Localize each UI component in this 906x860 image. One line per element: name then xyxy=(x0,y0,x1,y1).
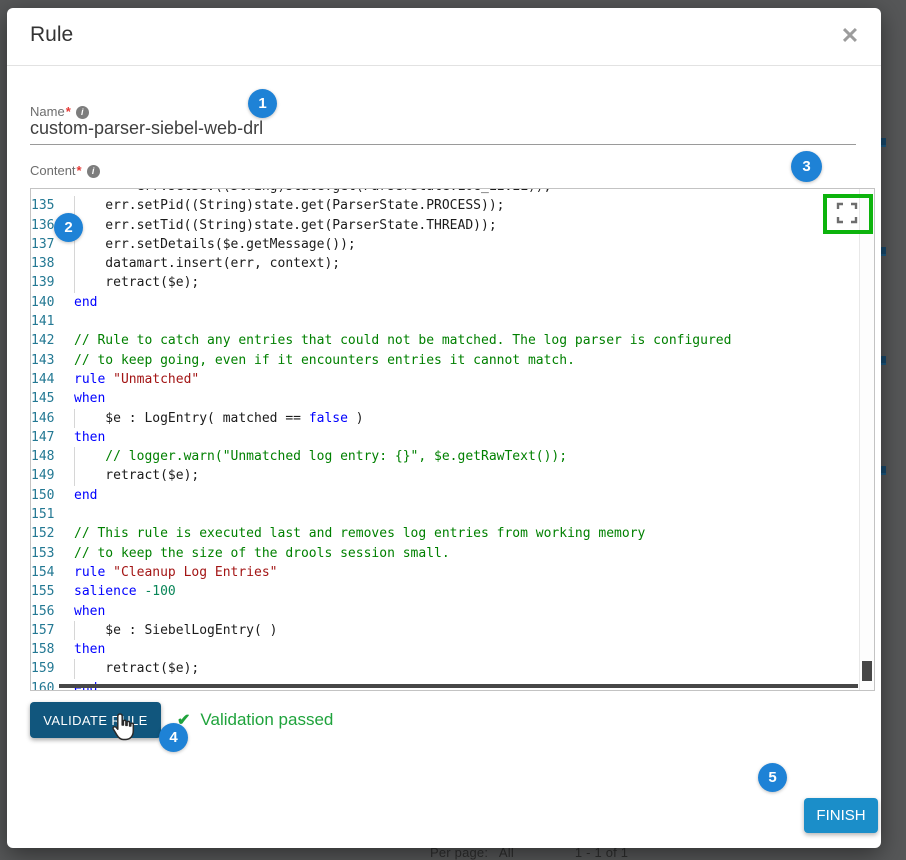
line-number: 152 xyxy=(31,524,74,543)
horizontal-scrollbar-thumb[interactable] xyxy=(59,684,858,688)
code-line: 140end xyxy=(31,293,859,312)
annotation-badge-5: 5 xyxy=(758,763,787,792)
content-label-text: Content xyxy=(30,163,76,178)
line-number: 149 xyxy=(31,466,74,485)
rule-dialog: Rule ✕ Name*i custom-parser-siebel-web-d… xyxy=(7,8,881,848)
line-number: 157 xyxy=(31,621,74,640)
line-number: 148 xyxy=(31,447,74,466)
code-lines: err.setSev((String)state.get(ParserState… xyxy=(31,188,859,691)
line-number: 141 xyxy=(31,312,74,331)
name-label-text: Name xyxy=(30,104,65,119)
code-line: 136 err.setTid((String)state.get(ParserS… xyxy=(31,216,859,235)
code-line: 141 xyxy=(31,312,859,331)
name-label: Name*i xyxy=(30,104,89,119)
name-input[interactable]: custom-parser-siebel-web-drl xyxy=(30,118,263,139)
line-number: 138 xyxy=(31,254,74,273)
code-line: 151 xyxy=(31,505,859,524)
line-number: 140 xyxy=(31,293,74,312)
vertical-scrollbar-thumb[interactable] xyxy=(862,661,872,681)
line-number: 147 xyxy=(31,428,74,447)
code-line: 153// to keep the size of the drools ses… xyxy=(31,544,859,563)
line-number: 155 xyxy=(31,582,74,601)
code-line: 150end xyxy=(31,486,859,505)
validation-message: Validation passed xyxy=(200,710,333,729)
dialog-header: Rule ✕ xyxy=(7,8,881,66)
content-label: Content* i xyxy=(30,163,100,178)
code-line: 145when xyxy=(31,389,859,408)
close-icon[interactable]: ✕ xyxy=(835,21,865,51)
code-line: 158then xyxy=(31,640,859,659)
finish-button[interactable]: FINISH xyxy=(804,798,878,833)
code-line: 147then xyxy=(31,428,859,447)
name-input-underline xyxy=(30,144,856,145)
line-number: 143 xyxy=(31,351,74,370)
code-line: 146 $e : LogEntry( matched == false ) xyxy=(31,409,859,428)
line-number: 146 xyxy=(31,409,74,428)
vertical-scrollbar[interactable] xyxy=(859,189,874,690)
code-line: 137 err.setDetails($e.getMessage()); xyxy=(31,235,859,254)
code-line: 138 datamart.insert(err, context); xyxy=(31,254,859,273)
required-asterisk: * xyxy=(66,104,71,119)
annotation-badge-4: 4 xyxy=(159,723,188,752)
code-line: 144rule "Unmatched" xyxy=(31,370,859,389)
line-number xyxy=(31,188,74,196)
line-number: 142 xyxy=(31,331,74,350)
required-asterisk: * xyxy=(77,163,82,178)
line-number: 159 xyxy=(31,659,74,678)
code-line: 156when xyxy=(31,602,859,621)
code-line: 154rule "Cleanup Log Entries" xyxy=(31,563,859,582)
annotation-badge-3: 3 xyxy=(791,151,822,182)
validate-rule-button[interactable]: VALIDATE RULE xyxy=(30,702,161,738)
line-number: 145 xyxy=(31,389,74,408)
code-line: 152// This rule is executed last and rem… xyxy=(31,524,859,543)
code-line: 148 // logger.warn("Unmatched log entry:… xyxy=(31,447,859,466)
line-number: 151 xyxy=(31,505,74,524)
annotation-badge-1: 1 xyxy=(248,89,277,118)
info-icon[interactable]: i xyxy=(87,165,100,178)
code-line: err.setSev((String)state.get(ParserState… xyxy=(31,188,859,196)
validation-status: ✔Validation passed xyxy=(177,710,333,730)
line-number: 158 xyxy=(31,640,74,659)
code-line: 155salience -100 xyxy=(31,582,859,601)
code-line: 157 $e : SiebelLogEntry( ) xyxy=(31,621,859,640)
line-number: 139 xyxy=(31,273,74,292)
line-number: 154 xyxy=(31,563,74,582)
code-line: 139 retract($e); xyxy=(31,273,859,292)
line-number: 150 xyxy=(31,486,74,505)
annotation-highlight-box xyxy=(823,194,873,234)
line-number: 153 xyxy=(31,544,74,563)
code-line: 149 retract($e); xyxy=(31,466,859,485)
code-line: 143// to keep going, even if it encounte… xyxy=(31,351,859,370)
dialog-title: Rule xyxy=(30,23,73,47)
line-number: 156 xyxy=(31,602,74,621)
code-line: 135 err.setPid((String)state.get(ParserS… xyxy=(31,196,859,215)
code-line: 159 retract($e); xyxy=(31,659,859,678)
code-line: 142// Rule to catch any entries that cou… xyxy=(31,331,859,350)
annotation-badge-2: 2 xyxy=(54,213,83,242)
line-number: 144 xyxy=(31,370,74,389)
rule-content-editor[interactable]: err.setSev((String)state.get(ParserState… xyxy=(30,188,875,691)
